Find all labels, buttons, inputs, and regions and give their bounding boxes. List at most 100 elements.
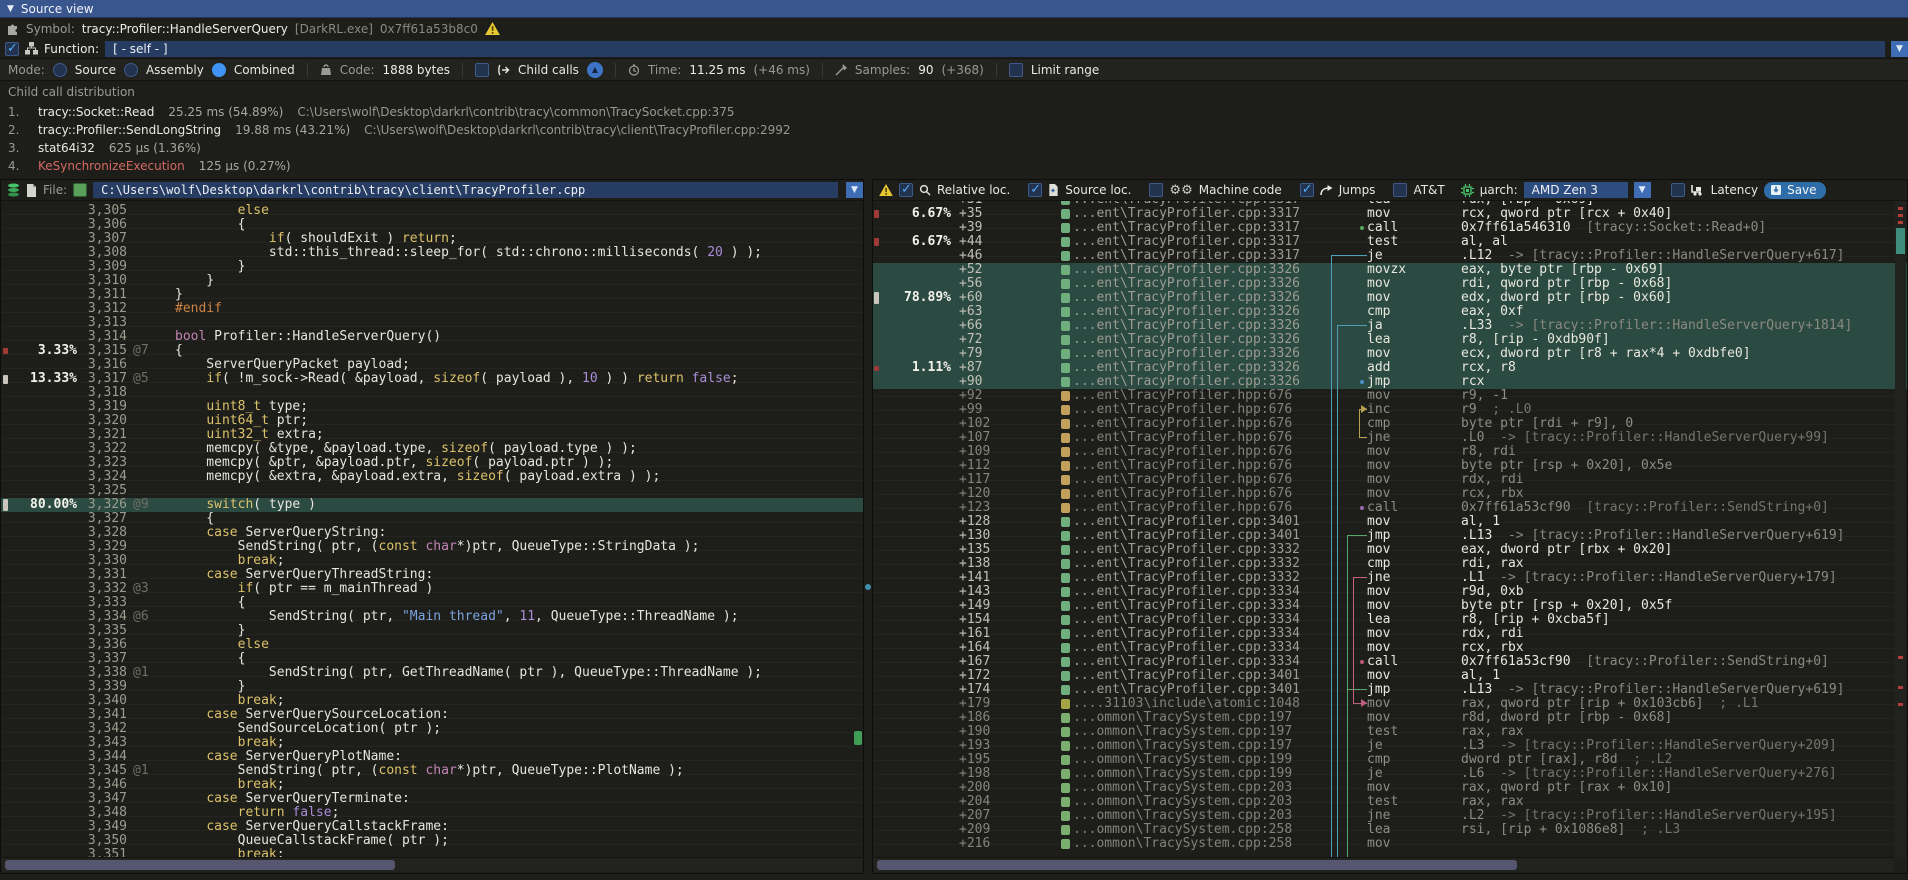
source-line-row[interactable]: 3,329 SendString( ptr, (const char*)ptr,… (1, 540, 863, 554)
source-line-row[interactable]: 3,321 uint32_t extra; (1, 428, 863, 442)
uarch-combo-arrow[interactable]: ▼ (1634, 182, 1651, 198)
source-line-row[interactable]: 3,348 return false; (1, 806, 863, 820)
asm-row[interactable]: +138...ent\TracyProfiler.cpp:3332cmprdi,… (873, 557, 1907, 571)
child-call-row[interactable]: 2.tracy::Profiler::SendLongString19.88 m… (8, 121, 1908, 139)
asm-row[interactable]: +66...ent\TracyProfiler.cpp:3326ja.L33 -… (873, 319, 1907, 333)
att-checkbox[interactable] (1393, 183, 1407, 197)
source-line-row[interactable]: 3,340 break; (1, 694, 863, 708)
source-line-row[interactable]: 3,341 case ServerQuerySourceLocation: (1, 708, 863, 722)
asm-row[interactable]: +195...ommon\TracySystem.cpp:199cmpdword… (873, 753, 1907, 767)
mode-radio-source[interactable] (53, 63, 67, 77)
child-calls-checkbox[interactable] (475, 63, 489, 77)
source-line-row[interactable]: 13.33%3,317@5 if( !m_sock->Read( &payloa… (1, 372, 863, 386)
asm-row[interactable]: +193...ommon\TracySystem.cpp:197je.L3 ->… (873, 739, 1907, 753)
asm-row[interactable]: +120...ent\TracyProfiler.hpp:676movrcx, … (873, 487, 1907, 501)
source-line-row[interactable]: 3,309 } (1, 260, 863, 274)
asm-row[interactable]: +63...ent\TracyProfiler.cpp:3326cmpeax, … (873, 305, 1907, 319)
source-line-row[interactable]: 3,350 QueueCallstackFrame( ptr ); (1, 834, 863, 848)
collapse-triangle-icon[interactable]: ▼ (7, 4, 14, 14)
source-line-row[interactable]: 3,347 case ServerQueryTerminate: (1, 792, 863, 806)
source-line-row[interactable]: 3,332@3 if( ptr == m_mainThread ) (1, 582, 863, 596)
source-line-row[interactable]: 3,331 case ServerQueryThreadString: (1, 568, 863, 582)
assembly-body[interactable]: +31...ent\TracyProfiler.cpp:3317leardx, … (873, 201, 1907, 859)
source-line-row[interactable]: 3,305 else (1, 204, 863, 218)
asm-row[interactable]: +198...ommon\TracySystem.cpp:199je.L6 ->… (873, 767, 1907, 781)
source-line-row[interactable]: 3,337 { (1, 652, 863, 666)
asm-row[interactable]: +72...ent\TracyProfiler.cpp:3326lear8, [… (873, 333, 1907, 347)
asm-row[interactable]: +143...ent\TracyProfiler.cpp:3334movr9d,… (873, 585, 1907, 599)
file-path-combo[interactable]: C:\Users\wolf\Desktop\darkrl\contrib\tra… (93, 182, 838, 198)
child-call-row[interactable]: 4.KeSynchronizeExecution125 µs (0.27%) (8, 157, 1908, 175)
source-line-row[interactable]: 3,314bool Profiler::HandleServerQuery() (1, 330, 863, 344)
asm-row[interactable]: +209...ommon\TracySystem.cpp:258learsi, … (873, 823, 1907, 837)
save-button[interactable]: Save (1764, 182, 1825, 199)
child-call-row[interactable]: 1.tracy::Socket::Read25.25 ms (54.89%)C:… (8, 103, 1908, 121)
child-call-row[interactable]: 3.stat64i32625 µs (1.36%) (8, 139, 1908, 157)
asm-row[interactable]: +52...ent\TracyProfiler.cpp:3326movzxeax… (873, 263, 1907, 277)
source-line-row[interactable]: 3,318 (1, 386, 863, 400)
source-line-row[interactable]: 3,339 } (1, 680, 863, 694)
asm-row[interactable]: +46...ent\TracyProfiler.cpp:3317je.L12 -… (873, 249, 1907, 263)
source-line-row[interactable]: 3,330 break; (1, 554, 863, 568)
source-line-row[interactable]: 3.33%3,315@7{ (1, 344, 863, 358)
asm-row[interactable]: +79...ent\TracyProfiler.cpp:3326movecx, … (873, 347, 1907, 361)
source-line-row[interactable]: 3,338@1 SendString( ptr, GetThreadName( … (1, 666, 863, 680)
source-line-row[interactable]: 3,334@6 SendString( ptr, "Main thread", … (1, 610, 863, 624)
asm-row[interactable]: 6.67%+35...ent\TracyProfiler.cpp:3317mov… (873, 207, 1907, 221)
assembly-vscrollbar-thumb[interactable] (1896, 228, 1905, 254)
source-line-row[interactable]: 3,328 case ServerQueryString: (1, 526, 863, 540)
collapse-up-button[interactable]: ▲ (587, 62, 603, 78)
asm-row[interactable]: +190...ommon\TracySystem.cpp:197testrax,… (873, 725, 1907, 739)
asm-row[interactable]: +174...ent\TracyProfiler.cpp:3401jmp.L13… (873, 683, 1907, 697)
asm-row[interactable]: +123...ent\TracyProfiler.hpp:676call0x7f… (873, 501, 1907, 515)
asm-row[interactable]: +167...ent\TracyProfiler.cpp:3334call0x7… (873, 655, 1907, 669)
source-line-row[interactable]: 3,345@1 SendString( ptr, (const char*)pt… (1, 764, 863, 778)
asm-row[interactable]: +172...ent\TracyProfiler.cpp:3401moval, … (873, 669, 1907, 683)
asm-row[interactable]: +102...ent\TracyProfiler.hpp:676cmpbyte … (873, 417, 1907, 431)
asm-row[interactable]: +107...ent\TracyProfiler.hpp:676jne.L0 -… (873, 431, 1907, 445)
source-line-row[interactable]: 3,323 memcpy( &ptr, &payload.ptr, sizeof… (1, 456, 863, 470)
source-line-row[interactable]: 80.00%3,326@9 switch( type ) (1, 498, 863, 512)
source-line-row[interactable]: 3,335 } (1, 624, 863, 638)
asm-row[interactable]: +92...ent\TracyProfiler.hpp:676movr9, -1 (873, 389, 1907, 403)
source-line-row[interactable]: 3,324 memcpy( &extra, &payload.extra, si… (1, 470, 863, 484)
uarch-combo[interactable]: AMD Zen 3 (1524, 182, 1628, 198)
source-line-row[interactable]: 3,306 { (1, 218, 863, 232)
source-line-row[interactable]: 3,311} (1, 288, 863, 302)
relative-loc-checkbox[interactable] (899, 183, 913, 197)
asm-row[interactable]: +39...ent\TracyProfiler.cpp:3317call0x7f… (873, 221, 1907, 235)
source-line-row[interactable]: 3,322 memcpy( &type, &payload.type, size… (1, 442, 863, 456)
source-line-row[interactable]: 3,319 uint8_t type; (1, 400, 863, 414)
assembly-hscrollbar[interactable] (874, 857, 1894, 872)
jumps-checkbox[interactable] (1300, 183, 1314, 197)
asm-row[interactable]: +200...ommon\TracySystem.cpp:203movrax, … (873, 781, 1907, 795)
asm-row[interactable]: +164...ent\TracyProfiler.cpp:3334movrcx,… (873, 641, 1907, 655)
asm-row[interactable]: +216...ommon\TracySystem.cpp:258mov (873, 837, 1907, 851)
asm-row[interactable]: +117...ent\TracyProfiler.hpp:676movrdx, … (873, 473, 1907, 487)
source-line-row[interactable]: 3,325 (1, 484, 863, 498)
source-line-row[interactable]: 3,310 } (1, 274, 863, 288)
source-line-row[interactable]: 3,320 uint64_t ptr; (1, 414, 863, 428)
source-hscrollbar[interactable] (2, 857, 862, 872)
asm-row[interactable]: +90...ent\TracyProfiler.cpp:3326jmprcx (873, 375, 1907, 389)
pane-splitter[interactable] (864, 179, 872, 874)
source-line-row[interactable]: 3,336 else (1, 638, 863, 652)
file-combo-arrow[interactable]: ▼ (846, 182, 863, 198)
asm-row[interactable]: 1.11%+87...ent\TracyProfiler.cpp:3326add… (873, 361, 1907, 375)
source-body[interactable]: 3,305 else3,306 {3,307 if( shouldExit ) … (1, 201, 863, 859)
mode-radio-assembly[interactable] (124, 63, 138, 77)
source-scrollbar-thumb[interactable] (854, 731, 862, 745)
asm-row[interactable]: 6.67%+44...ent\TracyProfiler.cpp:3317tes… (873, 235, 1907, 249)
source-line-row[interactable]: 3,313 (1, 316, 863, 330)
asm-row[interactable]: +161...ent\TracyProfiler.cpp:3334movrdx,… (873, 627, 1907, 641)
assembly-vscrollbar[interactable] (1895, 201, 1906, 859)
asm-row[interactable]: +128...ent\TracyProfiler.cpp:3401moval, … (873, 515, 1907, 529)
asm-row[interactable]: +179....31103\include\atomic:1048movrax,… (873, 697, 1907, 711)
asm-row[interactable]: +99...ent\TracyProfiler.hpp:676incr9 ; .… (873, 403, 1907, 417)
asm-row[interactable]: +56...ent\TracyProfiler.cpp:3326movrdi, … (873, 277, 1907, 291)
source-line-row[interactable]: 3,342 SendSourceLocation( ptr ); (1, 722, 863, 736)
function-combo-arrow[interactable]: ▼ (1891, 41, 1908, 57)
source-line-row[interactable]: 3,344 case ServerQueryPlotName: (1, 750, 863, 764)
asm-row[interactable]: +135...ent\TracyProfiler.cpp:3332moveax,… (873, 543, 1907, 557)
function-checkbox[interactable] (5, 42, 19, 56)
